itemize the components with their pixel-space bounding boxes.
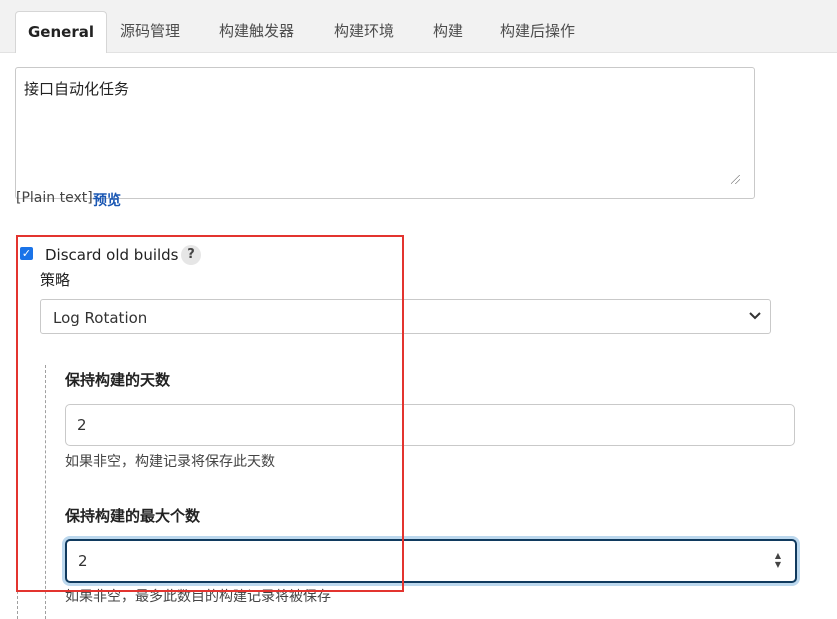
tab-general[interactable]: General — [15, 11, 107, 53]
highlight-rectangle — [16, 235, 404, 592]
tab-build-triggers[interactable]: 构建触发器 — [219, 11, 294, 51]
description-textarea[interactable]: 接口自动化任务 — [15, 67, 755, 199]
chevron-down-icon — [748, 304, 762, 333]
tab-build-environment[interactable]: 构建环境 — [334, 11, 394, 51]
tab-build[interactable]: 构建 — [433, 11, 463, 51]
tab-source-control[interactable]: 源码管理 — [120, 11, 180, 51]
resize-handle-icon[interactable] — [731, 175, 740, 184]
preview-link[interactable]: 预览 — [93, 190, 121, 210]
markup-format-label: [Plain text] — [16, 190, 93, 206]
tab-bar: General 源码管理 构建触发器 构建环境 构建 构建后操作 — [0, 0, 837, 53]
number-spinner-icon[interactable]: ▲ ▼ — [773, 551, 783, 569]
tab-post-build[interactable]: 构建后操作 — [500, 11, 575, 51]
